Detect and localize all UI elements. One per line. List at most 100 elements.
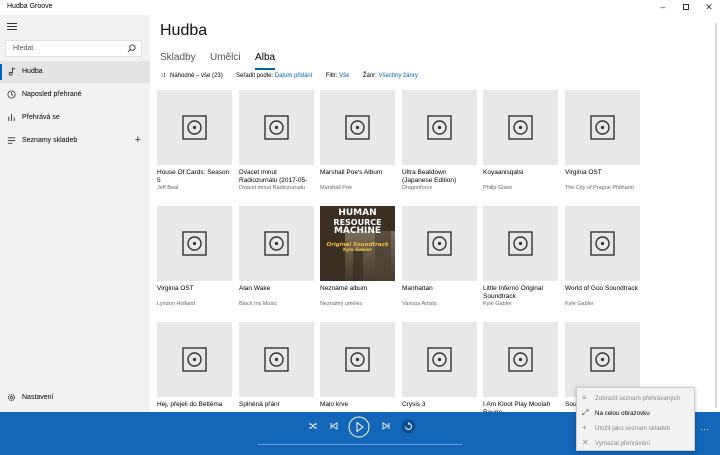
album-placeholder [483,206,558,281]
album-title: Neznámé album [320,285,368,292]
album-placeholder [157,322,232,397]
tab-albums[interactable]: Alba [255,52,276,72]
repeat-icon[interactable] [401,419,416,434]
search-placeholder: Hledat [13,45,34,52]
album-card[interactable]: Ultra Beatdown (Japanese Edition) Dragonf… [402,90,477,191]
menu-item-clear[interactable]: ✕ Vymazat přehrávání [577,436,696,451]
title-bar: Hudba Groove – ✕ [0,0,720,15]
album-card[interactable]: I Am Kloot Play Moolah RougeI Am Kloot [483,322,558,412]
genre-dropdown[interactable]: Všechny žánry [379,73,418,79]
sidebar-item-label: Naposled přehrané [22,91,82,98]
album-artist[interactable]: Jeff Beal [157,185,232,191]
album-artist[interactable]: Dragonforce [402,185,477,191]
album-placeholder-icon [182,231,207,256]
album-placeholder-icon [590,115,615,140]
close-icon: ✕ [582,438,589,447]
album-title: I Am Kloot Play Moolah Rouge [483,401,551,412]
scrollbar[interactable] [715,23,717,408]
album-artist[interactable]: Lyndon Holland [157,301,232,307]
sidebar-item-playlists[interactable]: Seznamy skladeb + [0,130,150,152]
album-artist[interactable]: Neznámý umělec [320,301,395,307]
main-content: Hudba Skladby Umělci Alba ⤨ Náhodně – vše… [150,15,720,412]
list-icon: ≡ [582,393,587,402]
music-note-icon [8,67,16,76]
next-icon[interactable] [381,421,391,431]
menu-item-save-playlist[interactable]: + Uložit jako seznam skladeb [577,421,696,436]
album-title: Virginia OST [157,285,194,292]
menu-item-show-queue[interactable]: ≡ Zobrazit seznam přehrávaných [577,391,696,406]
album-placeholder-icon [508,115,533,140]
album-artist[interactable]: Dvacet minut Radiozurnalu [239,185,314,191]
hamburger-menu-icon[interactable] [7,23,17,31]
sidebar-item-label: Seznamy skladeb [22,137,78,144]
album-placeholder [565,322,640,397]
menu-item-fullscreen[interactable]: ⤢ Na celou obrazovku [577,406,696,421]
sidebar: Hledat Hudba Naposled přehrané Přehrává … [0,15,150,412]
sidebar-item-now-playing[interactable]: Přehrává se [0,107,150,129]
sidebar-item-settings[interactable]: Nastavení [0,387,150,409]
album-card[interactable]: House Of Cards: Season 5 Jeff Beal [157,90,232,191]
album-placeholder-icon [427,347,452,372]
minimize-button[interactable]: – [652,0,674,15]
fullscreen-icon: ⤢ [582,408,589,417]
album-card[interactable]: Little Inferno Original Soundtrack Kyle G… [483,206,558,307]
album-placeholder [483,90,558,165]
previous-icon[interactable] [329,421,339,431]
close-button[interactable]: ✕ [698,0,720,15]
sidebar-item-hudba[interactable]: Hudba [0,61,150,83]
album-placeholder [483,322,558,397]
album-card[interactable]: Virginia OST Lyndon Holland [157,206,232,307]
album-artist[interactable]: Kyle Gabler [483,301,558,307]
play-icon[interactable] [348,416,370,438]
album-title: Koyaanisqatsi [483,169,524,176]
search-input[interactable]: Hledat [5,40,142,57]
more-icon[interactable]: ··· [700,424,709,434]
album-card[interactable]: Crysis 3Borislav Slavov [402,322,477,412]
album-card[interactable]: Dvacet minut Radiozurnalu (2017-05- Dvace… [239,90,314,191]
album-placeholder [565,206,640,281]
album-card[interactable]: Virginia OST The City of Prague Philharm [565,90,640,191]
album-artist[interactable]: Philip Glass [483,185,558,191]
album-placeholder [402,322,477,397]
album-artist[interactable]: Black Iris Music [239,301,314,307]
album-card[interactable]: Marshall Poe's Album Marshall Poe [320,90,395,191]
album-card[interactable]: Hej, přejeli do BetlémaConle [157,322,232,412]
album-placeholder-icon [182,347,207,372]
clock-icon [7,90,16,99]
maximize-button[interactable] [675,0,697,15]
album-placeholder [320,90,395,165]
album-artist[interactable]: The City of Prague Philharm [565,185,640,191]
album-placeholder-icon [427,115,452,140]
album-card[interactable]: Koyaanisqatsi Philip Glass [483,90,558,191]
album-title: House Of Cards: Season 5 [157,169,230,184]
shuffle-icon[interactable] [308,421,318,431]
album-placeholder-icon [508,347,533,372]
album-title: Splněná přání [239,401,280,408]
filter-dropdown[interactable]: Vše [339,73,349,79]
album-card[interactable]: Manhattan Various Artists [402,206,477,307]
album-placeholder [402,90,477,165]
album-card[interactable]: HUMAN RESOURCE MACHINE Original Soundtrack K… [320,206,395,307]
shuffle-icon: ⤨ [160,73,165,79]
progress-track[interactable] [258,444,462,445]
album-card[interactable]: Malo krveJAKSI TAKSI [320,322,395,412]
sort-dropdown[interactable]: Datum přidání [275,73,313,79]
album-artist[interactable]: Various Artists [402,301,477,307]
tab-artists[interactable]: Umělci [210,52,241,72]
maximize-icon [683,4,689,10]
sidebar-item-label: Hudba [22,68,43,75]
album-card[interactable]: Splněná přáníConle [239,322,314,412]
album-placeholder-icon [264,115,289,140]
sidebar-item-label: Nastavení [22,394,54,401]
album-title: Manhattan [402,285,433,292]
sidebar-item-recent[interactable]: Naposled přehrané [0,84,150,106]
shuffle-all-button[interactable]: ⤨ Náhodně – vše (23) [160,73,223,79]
album-artist[interactable]: Marshall Poe [320,185,395,191]
context-menu: ≡ Zobrazit seznam přehrávaných ⤢ Na celo… [576,387,695,451]
search-icon[interactable] [127,44,136,53]
album-card[interactable]: World of Goo Soundtrack Kyle Gabler [565,206,640,307]
album-card[interactable]: Alan Wake Black Iris Music [239,206,314,307]
tab-songs[interactable]: Skladby [160,52,196,72]
add-playlist-button[interactable]: + [135,134,141,146]
album-artist[interactable]: Kyle Gabler [565,301,640,307]
